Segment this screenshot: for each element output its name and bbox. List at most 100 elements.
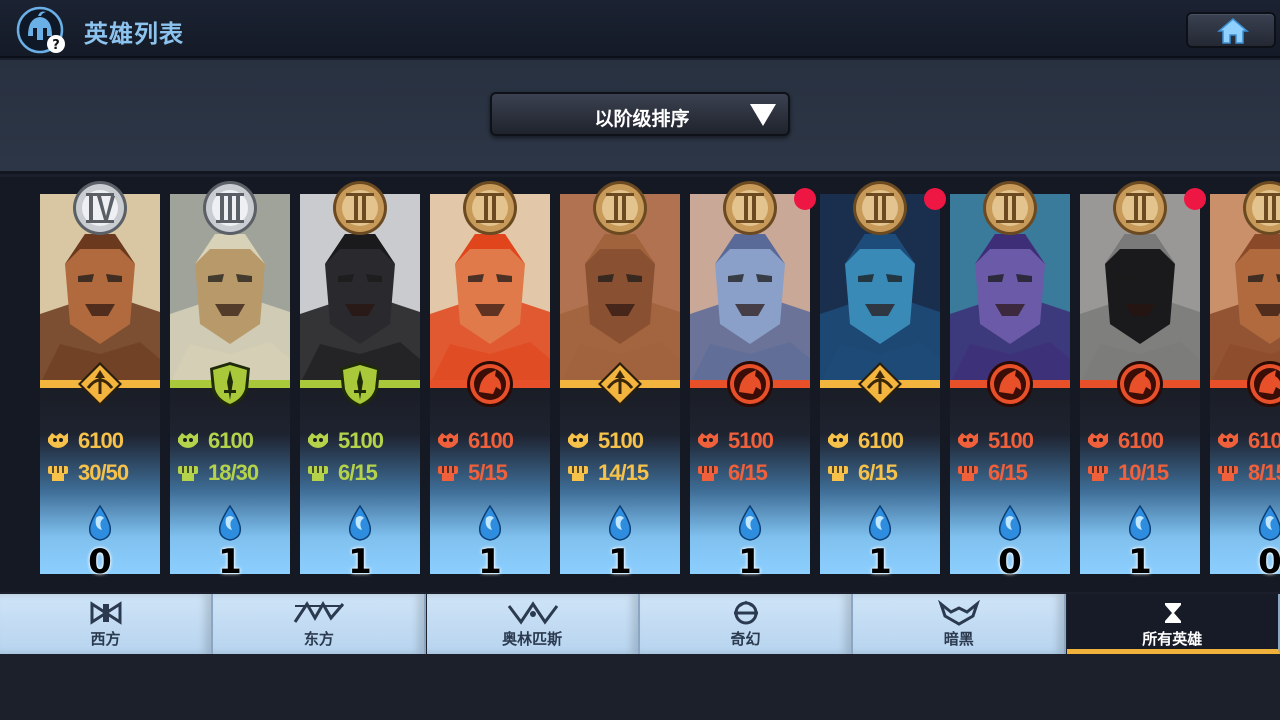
beast-class-icon xyxy=(986,360,1034,408)
hero-card[interactable]: 6100 8/15 0 xyxy=(1210,181,1280,582)
beast-class-icon xyxy=(466,360,514,408)
tab-olympus[interactable]: 奥林匹斯 xyxy=(426,594,640,654)
blue-flame-icon xyxy=(996,504,1024,542)
blue-flame-icon xyxy=(216,504,244,542)
tab-fantasy[interactable]: 奇幻 xyxy=(639,594,853,654)
hero-stats-panel: 5100 6/15 0 xyxy=(950,388,1070,582)
card-count-stat: 6/15 xyxy=(826,460,940,485)
power-stat: 6100 xyxy=(826,428,940,453)
power-stat: 5100 xyxy=(306,428,420,453)
home-button[interactable] xyxy=(1186,12,1276,48)
hero-card[interactable]: 5100 6/15 1 xyxy=(300,181,420,582)
blue-flame-icon xyxy=(606,504,634,542)
tab-western[interactable]: 西方 xyxy=(0,594,213,654)
hero-card[interactable]: 6100 30/50 0 xyxy=(40,181,160,582)
notification-dot xyxy=(924,188,946,210)
token-count: 1 xyxy=(868,542,892,582)
card-count-stat: 14/15 xyxy=(566,460,680,485)
hero-stats-panel: 5100 6/15 1 xyxy=(300,388,420,582)
card-count-stat: 5/15 xyxy=(436,460,550,485)
power-icon xyxy=(306,430,330,450)
beast-class-icon xyxy=(726,360,774,408)
fist-icon xyxy=(176,462,200,482)
hero-card[interactable]: 5100 6/15 1 xyxy=(690,181,816,582)
tab-eastern[interactable]: 东方 xyxy=(213,594,427,654)
rank-badge-icon xyxy=(720,178,780,238)
hero-stats-panel: 6100 8/15 0 xyxy=(1210,388,1280,582)
power-icon xyxy=(566,430,590,450)
dark-icon xyxy=(931,599,987,626)
page-title: 英雄列表 xyxy=(84,20,184,48)
tab-hourglass[interactable]: 所有英雄 xyxy=(1066,594,1280,654)
token-count: 0 xyxy=(1258,542,1280,582)
power-icon xyxy=(1086,430,1110,450)
power-value: 6100 xyxy=(468,428,514,453)
hero-card[interactable]: 6100 6/15 1 xyxy=(820,181,946,582)
fist-icon xyxy=(1216,462,1240,482)
shield-class-icon xyxy=(336,360,384,408)
hero-card-list[interactable]: 6100 30/50 0 6100 18/30 1 5100 6/15 1 6100 5/15 1 51… xyxy=(0,177,1280,592)
power-stat: 6100 xyxy=(1086,428,1200,453)
card-count-value: 30/50 xyxy=(78,460,129,485)
hero-stats-panel: 6100 5/15 1 xyxy=(430,388,550,582)
eastern-icon xyxy=(291,600,347,626)
category-tab-bar: 西方 东方 奥林匹斯 奇幻 暗黑 所有英雄 xyxy=(0,594,1280,654)
bow-class-icon xyxy=(856,360,904,408)
hero-stats-panel: 6100 6/15 1 xyxy=(820,388,940,582)
power-icon xyxy=(46,430,70,450)
power-stat: 5100 xyxy=(696,428,810,453)
hero-stats-panel: 6100 30/50 0 xyxy=(40,388,160,582)
card-count-stat: 6/15 xyxy=(306,460,420,485)
blue-flame-icon xyxy=(736,504,764,542)
sort-dropdown[interactable]: 以阶级排序 xyxy=(490,92,790,136)
fist-icon xyxy=(566,462,590,482)
tab-dark[interactable]: 暗黑 xyxy=(853,594,1067,654)
fist-icon xyxy=(826,462,850,482)
power-stat: 6100 xyxy=(46,428,160,453)
sort-dropdown-label: 以阶级排序 xyxy=(594,108,690,130)
card-count-stat: 6/15 xyxy=(696,460,810,485)
blue-flame-icon xyxy=(1126,504,1154,542)
top-bar: ? 英雄列表 xyxy=(0,0,1280,58)
power-value: 5100 xyxy=(338,428,384,453)
notification-dot xyxy=(794,188,816,210)
fist-icon xyxy=(696,462,720,482)
rank-badge-icon xyxy=(980,178,1040,238)
card-count-value: 6/15 xyxy=(988,460,1028,485)
hero-card[interactable]: 6100 5/15 1 xyxy=(430,181,550,582)
token-count: 1 xyxy=(608,542,632,582)
rank-badge-icon xyxy=(1240,178,1280,238)
power-value: 6100 xyxy=(208,428,254,453)
notification-dot xyxy=(1184,188,1206,210)
power-stat: 5100 xyxy=(956,428,1070,453)
fantasy-icon xyxy=(718,600,774,626)
card-count-stat: 30/50 xyxy=(46,460,160,485)
power-value: 6100 xyxy=(858,428,904,453)
card-count-value: 6/15 xyxy=(338,460,378,485)
rank-badge-icon xyxy=(590,178,650,238)
power-value: 5100 xyxy=(988,428,1034,453)
power-value: 6100 xyxy=(78,428,124,453)
fist-icon xyxy=(436,462,460,482)
hero-card[interactable]: 6100 18/30 1 xyxy=(170,181,290,582)
hero-card[interactable]: 6100 10/15 1 xyxy=(1080,181,1206,582)
hero-stats-panel: 6100 18/30 1 xyxy=(170,388,290,582)
card-count-value: 5/15 xyxy=(468,460,508,485)
token-count: 0 xyxy=(998,542,1022,582)
western-icon xyxy=(78,600,134,626)
spartan-helmet-help-icon[interactable]: ? xyxy=(16,6,66,56)
hero-stats-panel: 5100 6/15 1 xyxy=(690,388,810,582)
bow-class-icon xyxy=(596,360,644,408)
card-count-value: 6/15 xyxy=(728,460,768,485)
card-count-stat: 18/30 xyxy=(176,460,290,485)
fist-icon xyxy=(956,462,980,482)
blue-flame-icon xyxy=(346,504,374,542)
tab-label: 奥林匹斯 xyxy=(502,630,563,648)
rank-badge-icon xyxy=(460,178,520,238)
rank-badge-icon xyxy=(70,178,130,238)
bow-class-icon xyxy=(76,360,124,408)
hero-card[interactable]: 5100 14/15 1 xyxy=(560,181,680,582)
tab-label: 东方 xyxy=(303,630,334,648)
hero-card[interactable]: 5100 6/15 0 xyxy=(950,181,1070,582)
svg-text:?: ? xyxy=(52,38,60,53)
